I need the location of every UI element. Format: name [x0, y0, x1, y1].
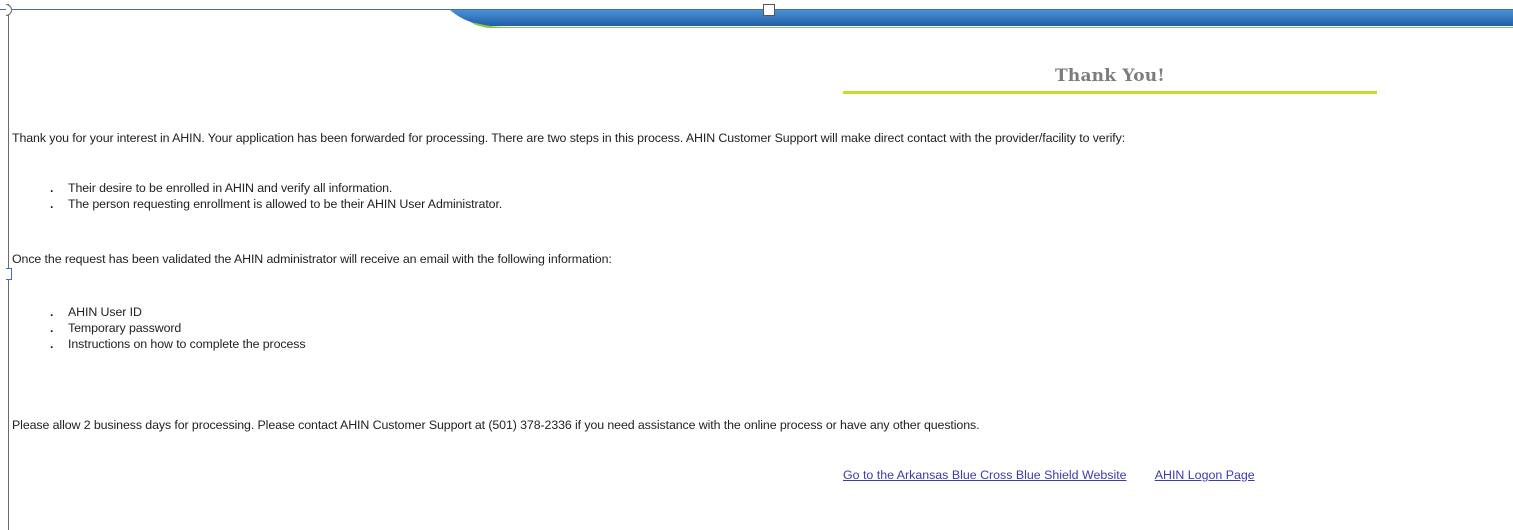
- intro-paragraph: Thank you for your interest in AHIN. You…: [12, 131, 1126, 145]
- resize-handle-middle[interactable]: [6, 268, 12, 280]
- resize-handle-top[interactable]: [763, 4, 775, 16]
- left-border-line: [8, 4, 9, 530]
- list-item: . Temporary password: [50, 321, 182, 335]
- list-item: . AHIN User ID: [50, 305, 142, 319]
- list-item: . The person requesting enrollment is all…: [50, 197, 503, 211]
- list-item-text: Temporary password: [68, 321, 182, 335]
- ahin-logon-link[interactable]: AHIN Logon Page: [1155, 468, 1255, 482]
- footer-links: Go to the Arkansas Blue Cross Blue Shiel…: [843, 468, 1255, 482]
- page-title: Thank You!: [1055, 66, 1165, 86]
- list-item: . Instructions on how to complete the pro…: [50, 337, 306, 351]
- bcbs-website-link[interactable]: Go to the Arkansas Blue Cross Blue Shiel…: [843, 468, 1127, 482]
- list-item-text: The person requesting enrollment is allo…: [68, 197, 503, 211]
- list-item-text: AHIN User ID: [68, 305, 142, 319]
- processing-paragraph: Please allow 2 business days for process…: [12, 418, 980, 432]
- resize-handle-left[interactable]: [6, 4, 12, 16]
- email-info-list: . AHIN User ID . Temporary password . Instr…: [36, 304, 306, 352]
- thank-you-page: Thank You! Thank you for your interest i…: [0, 0, 1513, 530]
- banner-swoosh-graphic: [450, 10, 1513, 28]
- verify-list: . Their desire to be enrolled in AHIN and…: [36, 180, 502, 212]
- title-underline: [843, 91, 1377, 94]
- list-item: . Their desire to be enrolled in AHIN and…: [50, 181, 393, 195]
- list-item-text: Their desire to be enrolled in AHIN and …: [68, 181, 393, 195]
- list-item-text: Instructions on how to complete the proc…: [68, 337, 306, 351]
- header-banner: [450, 10, 1513, 28]
- validated-paragraph: Once the request has been validated the …: [12, 252, 612, 266]
